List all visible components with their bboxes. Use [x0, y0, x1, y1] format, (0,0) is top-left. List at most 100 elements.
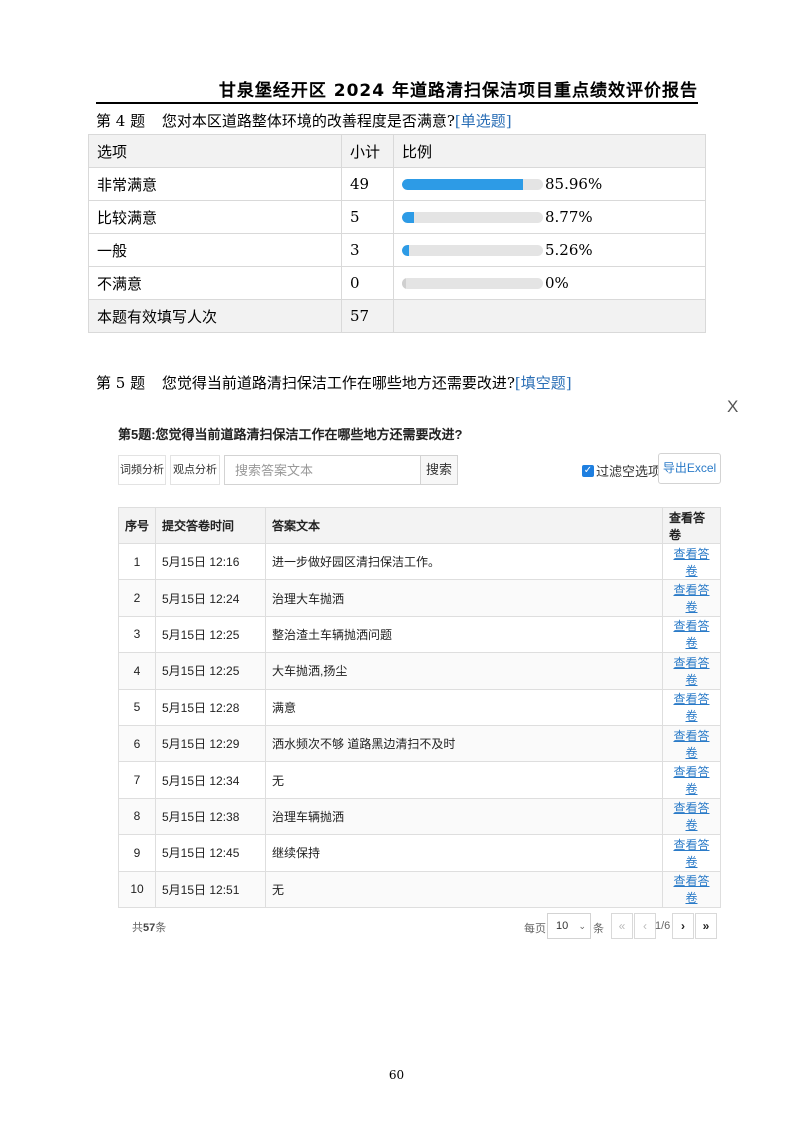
ratio-bar-fill: [402, 178, 524, 190]
row-index: 3: [118, 615, 156, 654]
search-button[interactable]: 搜索: [421, 455, 458, 485]
total-prefix: 共: [132, 922, 143, 934]
q4-total-row: 本题有效填写人次 57: [88, 299, 706, 333]
row-answer-text: 整治渣土车辆抛洒问题: [265, 615, 663, 654]
q4-results-table: 选项 小计 比例 非常满意 49 85.96% 比较满意 5 8.77% 一般 3 5.26% 不…: [88, 134, 706, 333]
q4-option-row: 比较满意 5 8.77%: [88, 200, 706, 234]
row-submit-time: 5月15日 12:38: [155, 797, 266, 836]
q5-heading: 第 5 题 您觉得当前道路清扫保洁工作在哪些地方还需要改进?[填空题]: [96, 372, 572, 393]
checkbox-checked-icon[interactable]: ✓: [582, 464, 594, 477]
q4-option-label: 比较满意: [88, 200, 342, 234]
row-index: 8: [118, 797, 156, 836]
page-number: 60: [388, 1068, 405, 1082]
total-count: 共57条: [132, 919, 166, 935]
table-row: 3 5月15日 12:25 整治渣土车辆抛洒问题 查看答卷: [118, 615, 721, 654]
view-answer-link[interactable]: 查看答卷: [673, 874, 709, 905]
row-submit-time: 5月15日 12:28: [155, 688, 266, 726]
table-row: 9 5月15日 12:45 继续保持 查看答卷: [118, 834, 721, 872]
ratio-bar: [402, 244, 543, 256]
row-index: 5: [118, 688, 156, 726]
row-answer-text: 无: [265, 870, 663, 908]
view-answer-link[interactable]: 查看答卷: [673, 583, 709, 614]
ratio-bar-fill: [402, 244, 410, 256]
total-suffix: 条: [155, 922, 167, 934]
row-answer-text: 继续保持: [265, 834, 663, 872]
row-submit-time: 5月15日 12:34: [155, 761, 266, 799]
document-title: 甘泉堡经开区 2024 年道路清扫保洁项目重点绩效评价报告: [218, 81, 698, 101]
q4-option-ratio: 5.26%: [393, 233, 706, 267]
total-value: 57: [143, 922, 156, 934]
q4-total-label: 本题有效填写人次: [88, 299, 342, 333]
row-view-cell: 查看答卷: [662, 615, 721, 654]
row-view-cell: 查看答卷: [662, 652, 721, 690]
filter-empty-toggle[interactable]: ✓ 过滤空选项: [582, 461, 661, 480]
search-input[interactable]: [224, 455, 421, 485]
viewpoint-analysis-button[interactable]: 观点分析: [170, 455, 220, 485]
col-answer-text: 答案文本: [265, 507, 663, 544]
per-page-select[interactable]: 10 ⌄: [547, 913, 591, 939]
row-index: 4: [118, 652, 156, 690]
q4-header-row: 选项 小计 比例: [88, 134, 706, 168]
row-submit-time: 5月15日 12:16: [155, 542, 266, 581]
close-icon[interactable]: X: [727, 397, 738, 417]
row-submit-time: 5月15日 12:51: [155, 870, 266, 908]
row-index: 6: [118, 724, 156, 763]
q4-option-ratio: 85.96%: [393, 167, 706, 201]
table-row: 1 5月15日 12:16 进一步做好园区清扫保洁工作。 查看答卷: [118, 542, 721, 581]
row-submit-time: 5月15日 12:25: [155, 615, 266, 654]
view-answer-link[interactable]: 查看答卷: [673, 838, 709, 869]
ratio-percent: 8.77%: [545, 208, 593, 226]
table-row: 7 5月15日 12:34 无查看答卷: [118, 761, 721, 799]
ratio-bar: [402, 178, 543, 190]
view-answer-link[interactable]: 查看答卷: [673, 692, 709, 723]
filter-empty-label: 过滤空选项: [596, 464, 662, 479]
view-answer-link[interactable]: 查看答卷: [673, 801, 709, 832]
q4-option-count: 5: [341, 200, 394, 234]
view-answer-link[interactable]: 查看答卷: [673, 547, 709, 578]
row-index: 1: [118, 542, 156, 581]
widget-title: 第5题:您觉得当前道路清扫保洁工作在哪些地方还需要改进?: [118, 427, 463, 442]
first-page-button[interactable]: «: [611, 913, 633, 939]
page-indicator: 1/6: [655, 920, 671, 932]
table-row: 2 5月15日 12:24 治理大车抛洒 查看答卷: [118, 579, 721, 617]
prev-page-button[interactable]: ‹: [634, 913, 656, 939]
row-index: 2: [118, 579, 156, 617]
last-page-button[interactable]: »: [695, 913, 717, 939]
view-answer-link[interactable]: 查看答卷: [673, 729, 709, 760]
export-excel-button[interactable]: 导出Excel: [658, 453, 721, 484]
row-view-cell: 查看答卷: [662, 688, 721, 726]
q5-number: 第 5 题: [96, 374, 146, 392]
row-answer-text: 治理车辆抛洒: [265, 797, 663, 836]
q4-number: 第 4 题: [96, 112, 146, 130]
q4-col-option: 选项: [88, 134, 342, 168]
q4-col-count: 小计: [341, 134, 394, 168]
row-submit-time: 5月15日 12:25: [155, 652, 266, 690]
row-submit-time: 5月15日 12:29: [155, 724, 266, 763]
per-page-label: 每页: [524, 923, 546, 935]
ratio-bar: [402, 211, 543, 223]
row-view-cell: 查看答卷: [662, 870, 721, 908]
row-view-cell: 查看答卷: [662, 834, 721, 872]
q5-text: 您觉得当前道路清扫保洁工作在哪些地方还需要改进?: [161, 374, 515, 392]
view-answer-link[interactable]: 查看答卷: [673, 619, 709, 650]
table-row: 6 5月15日 12:29 洒水频次不够 道路黑边清扫不及时 查看答卷: [118, 724, 721, 763]
q4-option-row: 不满意 0 0%: [88, 266, 706, 300]
per-page-unit: 条: [593, 923, 604, 935]
view-answer-link[interactable]: 查看答卷: [673, 656, 709, 687]
col-view: 查看答卷: [662, 507, 721, 544]
ratio-percent: 0%: [545, 274, 569, 292]
row-answer-text: 进一步做好园区清扫保洁工作。: [265, 542, 663, 581]
table-row: 5 5月15日 12:28 满意 查看答卷: [118, 688, 721, 726]
q4-option-label: 一般: [88, 233, 342, 267]
row-answer-text: 大车抛洒,扬尘: [265, 652, 663, 690]
row-view-cell: 查看答卷: [662, 761, 721, 799]
row-index: 9: [118, 834, 156, 872]
q4-type-tag: [单选题]: [454, 112, 512, 130]
word-frequency-button[interactable]: 词频分析: [118, 455, 166, 485]
q4-option-label: 不满意: [88, 266, 342, 300]
q4-option-count: 49: [341, 167, 394, 201]
next-page-button[interactable]: ›: [672, 913, 694, 939]
view-answer-link[interactable]: 查看答卷: [673, 765, 709, 796]
q4-heading: 第 4 题 您对本区道路整体环境的改善程度是否满意?[单选题]: [96, 110, 512, 131]
q4-option-ratio: 0%: [393, 266, 706, 300]
